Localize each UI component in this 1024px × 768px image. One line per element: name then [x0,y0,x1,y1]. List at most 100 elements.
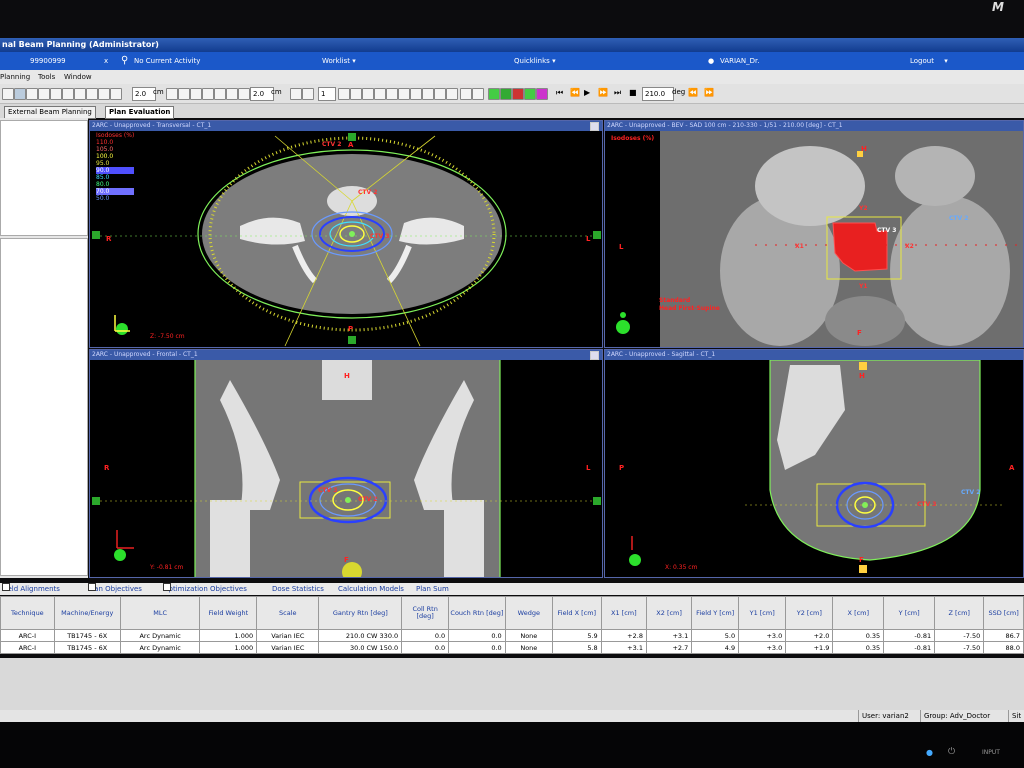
column-header[interactable]: Y2 [cm] [785,596,834,630]
checkbox[interactable] [163,583,171,591]
column-header[interactable]: MLC [119,596,201,630]
table-cell[interactable]: +2.7 [645,641,693,654]
table-cell[interactable]: 5.0 [691,629,740,642]
column-header[interactable]: Machine/Energy [53,596,121,630]
eye-icon[interactable] [302,88,314,100]
table-cell[interactable]: 4.9 [691,641,740,654]
zoom-in-icon[interactable] [26,88,38,100]
pan-icon[interactable] [50,88,62,100]
fast-forward-icon[interactable]: ⏩ [598,88,608,97]
tab-plan-sum[interactable]: Plan Sum [416,583,449,595]
table-cell[interactable]: +3.0 [738,629,787,642]
viewport-bev[interactable]: 2ARC - Unapproved - BEV - SAD 100 cm - 2… [604,120,1024,348]
viewport-sagittal[interactable]: 2ARC - Unapproved - Sagittal - CT_1 CTV … [604,349,1024,578]
column-header[interactable]: Gantry Rtn [deg] [318,596,403,630]
dvh-icon[interactable] [434,88,446,100]
table-cell[interactable]: 1.000 [199,629,258,642]
viewport-transversal[interactable]: 2ARC - Unapproved - Transversal - CT_1 I… [89,120,603,348]
search-icon[interactable]: ⚲ [121,52,128,70]
tab-dose-statistics[interactable]: Dose Statistics [272,583,324,595]
table-cell[interactable]: Varian IEC [256,641,320,654]
properties-panel[interactable] [0,238,88,576]
column-header[interactable]: X1 [cm] [600,596,647,630]
optimize-icon[interactable] [500,88,512,100]
logout-button[interactable]: Logout ▾ [910,52,948,70]
stop-icon[interactable] [512,88,524,100]
lock-icon[interactable] [410,88,422,100]
table-cell[interactable]: 5.8 [551,641,602,654]
column-header[interactable]: Couch Rtn [deg] [448,596,506,630]
column-header[interactable]: Field Weight [199,596,258,630]
angle-input[interactable]: 210.0 [642,87,674,101]
calc-icon[interactable] [488,88,500,100]
table-cell[interactable]: None [504,629,553,642]
worklist-menu[interactable]: Worklist ▾ [322,52,356,70]
quicklinks-menu[interactable]: Quicklinks ▾ [514,52,556,70]
checkbox[interactable] [88,583,96,591]
arrow-icon[interactable] [398,88,410,100]
user-name[interactable]: VARIAN_Dr. [720,52,759,70]
play-icon[interactable]: ▶ [584,88,590,97]
table-cell[interactable]: 0.35 [832,641,885,654]
camera-icon[interactable] [460,88,472,100]
wedge-icon[interactable] [386,88,398,100]
zoom-tool-icon[interactable] [14,88,26,100]
table-cell[interactable]: +1.9 [785,641,834,654]
table-cell[interactable]: 1.000 [199,641,258,654]
table-cell[interactable]: -0.81 [883,641,936,654]
table-cell[interactable]: -7.50 [934,629,985,642]
close-patient-button[interactable]: x [104,52,108,70]
current-activity[interactable]: No Current Activity [134,52,200,70]
table-cell[interactable]: +3.1 [645,629,693,642]
approve-icon[interactable] [524,88,536,100]
scope-tree[interactable] [0,120,88,236]
table-cell[interactable]: 0.0 [448,629,506,642]
table-cell[interactable]: -0.81 [883,629,936,642]
step-input[interactable]: 1 [318,87,336,101]
table-cell[interactable]: None [504,641,553,654]
column-header[interactable]: Field Y [cm] [691,596,740,630]
tab-plan-objectives[interactable]: Plan Objectives [88,583,142,595]
ruler-icon[interactable] [110,88,122,100]
table-cell[interactable]: ARC-I [0,629,55,642]
menu-tools[interactable]: Tools [38,70,55,84]
mlc-icon[interactable] [374,88,386,100]
export-icon[interactable] [472,88,484,100]
table-cell[interactable]: 210.0 CW 330.0 [318,629,403,642]
checkbox[interactable] [2,583,10,591]
tab-field-alignments[interactable]: Field Alignments [2,583,60,595]
viewport-frontal[interactable]: 2ARC - Unapproved - Frontal - CT_1 CTV 3… [89,349,603,578]
table-cell[interactable]: 0.0 [401,629,450,642]
table-cell[interactable]: 5.9 [551,629,602,642]
column-header[interactable]: SSD [cm] [983,596,1024,630]
tab-calculation-models[interactable]: Calculation Models [338,583,404,595]
cut-icon[interactable] [214,88,226,100]
grid-icon[interactable] [98,88,110,100]
column-header[interactable]: Scale [256,596,320,630]
table-row[interactable]: ARC-I TB1745 - 6X Arc Dynamic 1.000 Vari… [0,641,1024,654]
table-cell[interactable]: 0.0 [448,641,506,654]
table-cell[interactable]: TB1745 - 6X [53,641,121,654]
table-cell[interactable]: ARC-I [0,641,55,654]
last-frame-icon[interactable]: ⏭ [614,88,621,98]
eraser-icon[interactable] [178,88,190,100]
dose-icon[interactable] [422,88,434,100]
table-cell[interactable]: +2.0 [785,629,834,642]
field-icon[interactable] [362,88,374,100]
play-first-icon[interactable]: ⏮ [556,88,563,98]
table-cell[interactable]: Arc Dynamic [119,641,201,654]
power-button-icon[interactable]: ⏻ [948,747,955,757]
maximize-icon[interactable] [590,351,599,360]
beam-icon[interactable] [338,88,350,100]
prev-angle-icon[interactable]: ⏪ [688,88,698,97]
margin-icon[interactable] [226,88,238,100]
table-cell[interactable]: Varian IEC [256,629,320,642]
table-cell[interactable]: +2.8 [600,629,647,642]
column-header[interactable]: Coll Rtn [deg] [401,596,450,630]
print-icon[interactable] [446,88,458,100]
play-back-icon[interactable]: ⏪ [570,88,580,97]
isocenter-icon[interactable] [350,88,362,100]
column-header[interactable]: Technique [0,596,55,630]
brush-icon[interactable] [166,88,178,100]
fill-icon[interactable] [202,88,214,100]
